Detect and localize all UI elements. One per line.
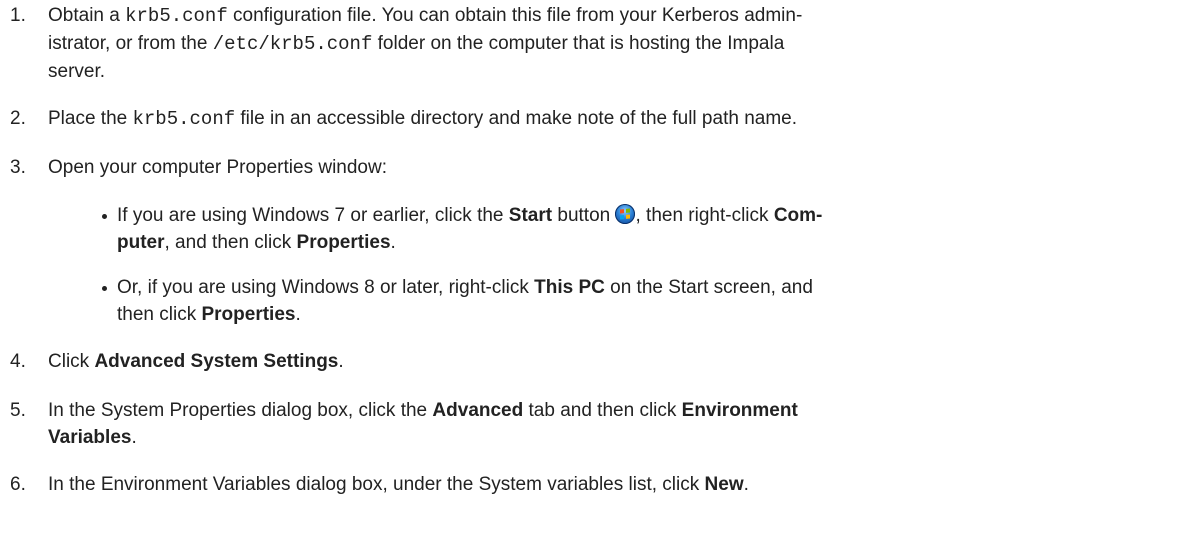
krb5-conf-code: krb5.conf <box>132 108 236 130</box>
step-1-line-3: server. <box>48 61 106 82</box>
step-4-text: Click Advanced System Settings. <box>48 351 344 372</box>
bullet-dot <box>102 214 107 219</box>
step-number: 4. <box>10 351 26 372</box>
step-number: 3. <box>10 157 26 178</box>
bullet-windows-7-line-2: puter, and then click Properties. <box>117 232 396 253</box>
step-5-line-1: In the System Properties dialog box, cli… <box>48 400 798 421</box>
step-2-text: Place the krb5.conf file in an accessibl… <box>48 108 797 130</box>
step-1-text: Obtain a krb5.conf configuration file. Y… <box>48 2 1175 85</box>
step-5-line-2: Variables. <box>48 427 137 448</box>
step-5-text: In the System Properties dialog box, cli… <box>48 397 1175 451</box>
bullet-windows-8-line-1: Or, if you are using Windows 8 or later,… <box>117 277 813 298</box>
bullet-dot <box>102 286 107 291</box>
step-6-text: In the Environment Variables dialog box,… <box>48 474 749 495</box>
etc-krb5-conf-code: /etc/krb5.conf <box>212 33 373 55</box>
step-number: 6. <box>10 474 26 495</box>
step-3-text: Open your computer Properties window: <box>48 157 387 178</box>
bullet-windows-7-line-1: If you are using Windows 7 or earlier, c… <box>117 204 823 226</box>
step-number: 1. <box>10 5 26 26</box>
bullet-windows-8-line-2: then click Properties. <box>117 304 301 325</box>
step-number: 2. <box>10 108 26 129</box>
step-1-line-1: Obtain a krb5.conf configuration file. Y… <box>48 5 803 27</box>
step-number: 5. <box>10 400 26 421</box>
step-1-line-2: istrator, or from the /etc/krb5.conf fol… <box>48 33 785 55</box>
krb5-conf-code: krb5.conf <box>125 5 228 27</box>
bullet-windows-8-text: Or, if you are using Windows 8 or later,… <box>117 274 1175 328</box>
windows-start-orb-icon <box>615 204 636 224</box>
bullet-windows-7-text: If you are using Windows 7 or earlier, c… <box>117 202 1175 256</box>
